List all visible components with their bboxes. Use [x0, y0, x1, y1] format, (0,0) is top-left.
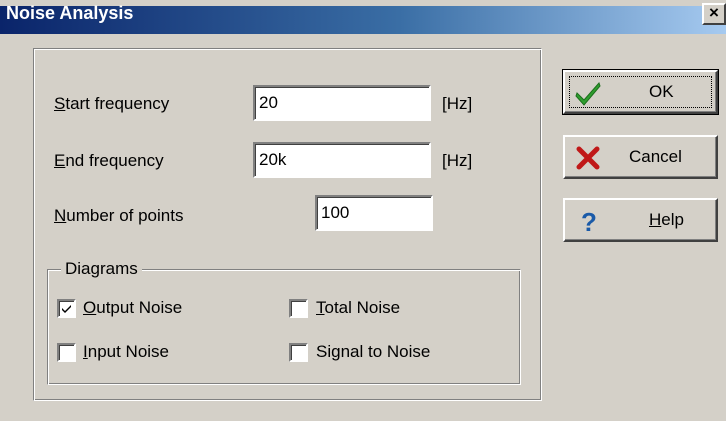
start-frequency-input[interactable]	[253, 85, 431, 121]
input-noise-label[interactable]: Input Noise	[83, 342, 169, 362]
end-frequency-label: End frequency	[54, 151, 164, 170]
checkmark-icon	[575, 82, 601, 106]
help-label: Help	[649, 210, 684, 229]
question-icon: ?	[581, 208, 597, 234]
start-frequency-unit: [Hz]	[442, 94, 473, 113]
output-noise-label[interactable]: Output Noise	[83, 298, 182, 318]
end-frequency-unit: [Hz]	[442, 151, 473, 170]
diagrams-group	[47, 269, 521, 385]
cancel-label: Cancel	[629, 147, 682, 166]
checkmark-icon	[62, 305, 71, 313]
input-noise-checkbox[interactable]	[57, 343, 76, 362]
end-frequency-input[interactable]	[253, 142, 431, 178]
number-of-points-label: Number of points	[54, 206, 184, 225]
window-title: Noise Analysis	[6, 3, 134, 23]
start-frequency-label: Start frequency	[54, 94, 170, 113]
number-of-points-input[interactable]	[315, 195, 433, 231]
help-button[interactable]: ? Help	[563, 198, 718, 242]
x-icon	[576, 146, 600, 170]
ok-button[interactable]: OK	[562, 69, 719, 115]
signal-to-noise-label[interactable]: Signal to Noise	[316, 342, 430, 362]
ok-label: OK	[649, 82, 674, 101]
diagrams-legend: Diagrams	[61, 259, 142, 279]
total-noise-checkbox[interactable]	[289, 299, 308, 318]
output-noise-checkbox[interactable]	[57, 299, 76, 318]
close-button[interactable]: ×	[702, 3, 726, 25]
total-noise-label[interactable]: Total Noise	[316, 298, 400, 318]
signal-to-noise-checkbox[interactable]	[289, 343, 308, 362]
svg-text:?: ?	[581, 208, 597, 234]
cancel-button[interactable]: Cancel	[563, 135, 718, 179]
